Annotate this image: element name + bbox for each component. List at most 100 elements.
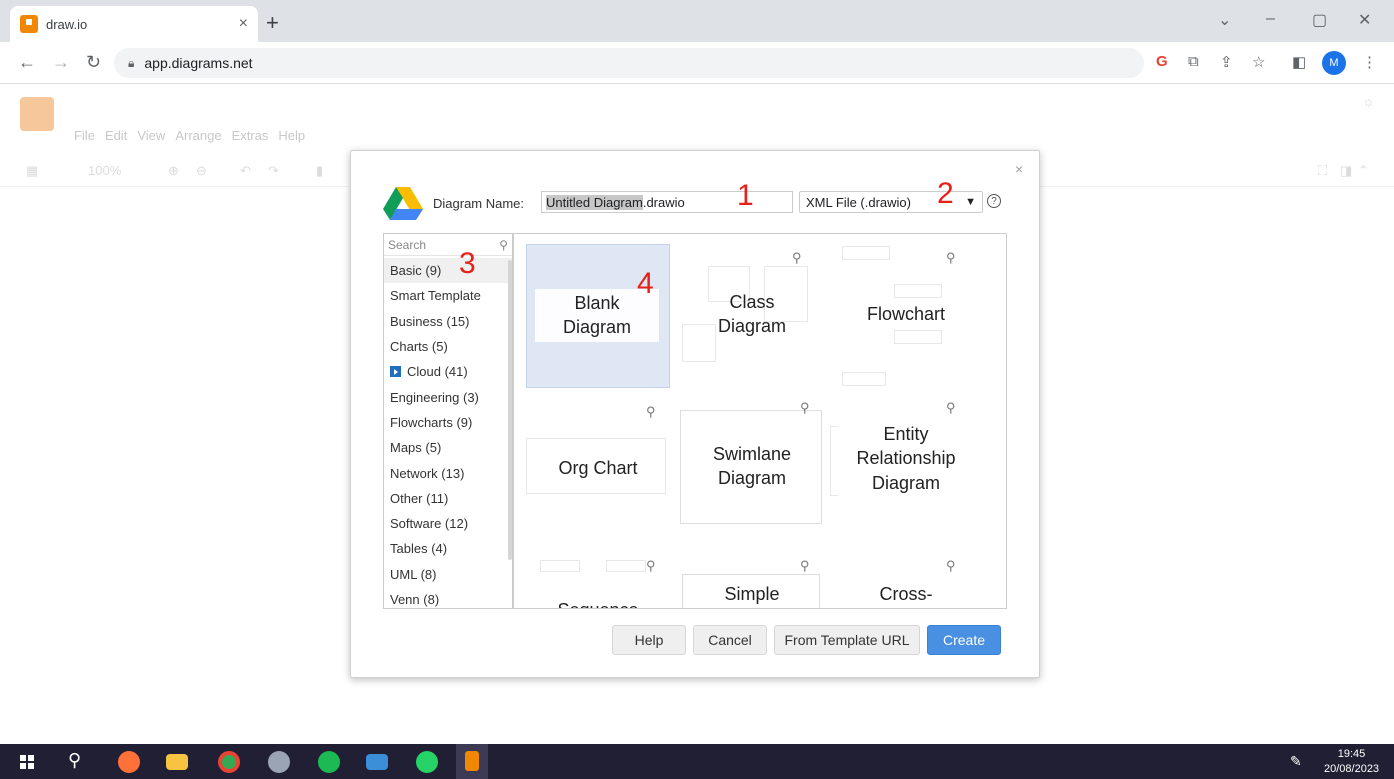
clock-time: 19:45 bbox=[1337, 748, 1366, 760]
zoom-out-icon[interactable]: ⊖ bbox=[196, 163, 207, 179]
pen-icon[interactable]: ✎ bbox=[1290, 753, 1302, 770]
menu-extras[interactable]: Extras bbox=[232, 128, 269, 143]
bookmark-star-icon[interactable]: ☆ bbox=[1252, 53, 1265, 71]
close-window-button[interactable]: ✕ bbox=[1358, 10, 1371, 30]
category-uml[interactable]: UML (8) bbox=[384, 562, 512, 587]
category-other[interactable]: Other (11) bbox=[384, 486, 512, 511]
file-format-select[interactable]: XML File (.drawio) ▼ bbox=[799, 191, 983, 213]
zoom-in-icon[interactable]: ⊕ bbox=[168, 163, 179, 179]
category-engineering[interactable]: Engineering (3) bbox=[384, 384, 512, 409]
whatsapp-icon[interactable] bbox=[416, 751, 438, 773]
zoom-level[interactable]: 100% bbox=[88, 163, 121, 178]
template-swimlane-diagram[interactable]: Swimlane Diagram ⚲ bbox=[680, 398, 824, 542]
view-panels-icon[interactable]: ▦ bbox=[26, 163, 38, 179]
category-software[interactable]: Software (12) bbox=[384, 511, 512, 536]
chrome-icon[interactable] bbox=[218, 751, 240, 773]
category-label: Charts (5) bbox=[390, 339, 448, 355]
browser-tab-drawio[interactable]: draw.io × bbox=[10, 6, 258, 42]
theme-sun-icon[interactable]: ☼ bbox=[1362, 93, 1375, 109]
menu-view[interactable]: View bbox=[137, 128, 165, 143]
category-label: Tables (4) bbox=[390, 541, 448, 557]
windows-start-icon[interactable] bbox=[20, 755, 34, 769]
category-basic[interactable]: Basic (9) bbox=[384, 258, 512, 284]
template-grid: Blank Diagram Class Diagram ⚲ Flowchart … bbox=[513, 233, 1007, 609]
template-thumb-shape bbox=[842, 246, 890, 260]
menu-file[interactable]: File bbox=[74, 128, 95, 143]
maximize-button[interactable]: ▢ bbox=[1312, 10, 1327, 30]
template-sequence[interactable]: Sequence ⚲ bbox=[526, 552, 670, 608]
file-explorer-icon[interactable] bbox=[166, 754, 188, 770]
forward-icon[interactable]: → bbox=[52, 52, 70, 73]
template-label: Simple bbox=[704, 580, 800, 608]
category-venn[interactable]: Venn (8) bbox=[384, 587, 512, 608]
new-tab-button[interactable]: + bbox=[266, 10, 279, 36]
template-cross-functional[interactable]: Cross- ⚲ bbox=[834, 552, 978, 608]
expand-arrow-icon[interactable] bbox=[390, 366, 401, 378]
template-entity-relationship-diagram[interactable]: Entity Relationship Diagram ⚲ bbox=[830, 398, 978, 542]
template-flowchart[interactable]: Flowchart ⚲ bbox=[834, 244, 978, 388]
category-flowcharts[interactable]: Flowcharts (9) bbox=[384, 410, 512, 435]
lock-icon[interactable]: 🔒︎ bbox=[128, 56, 134, 71]
mail-icon[interactable] bbox=[366, 754, 388, 770]
format-panel-icon[interactable]: ◨ bbox=[1340, 163, 1352, 179]
spotify-icon[interactable] bbox=[318, 751, 340, 773]
reload-icon[interactable]: ↻ bbox=[86, 52, 101, 73]
delete-icon[interactable]: ▮ bbox=[316, 163, 323, 179]
undo-icon[interactable]: ↶ bbox=[240, 163, 251, 179]
minimize-button[interactable]: – bbox=[1266, 10, 1275, 28]
template-blank-diagram[interactable]: Blank Diagram bbox=[526, 244, 670, 388]
preview-magnifier-icon[interactable]: ⚲ bbox=[946, 558, 956, 574]
open-in-app-icon[interactable]: ⧉ bbox=[1188, 53, 1199, 70]
share-icon[interactable]: ⇪ bbox=[1220, 53, 1233, 71]
category-maps[interactable]: Maps (5) bbox=[384, 435, 512, 460]
preview-magnifier-icon[interactable]: ⚲ bbox=[946, 400, 956, 416]
preview-magnifier-icon[interactable]: ⚲ bbox=[800, 558, 810, 574]
tab-close-icon[interactable]: × bbox=[239, 15, 248, 33]
google-icon[interactable]: G bbox=[1156, 53, 1168, 70]
address-bar[interactable]: 🔒︎ app.diagrams.net bbox=[114, 48, 1144, 78]
side-panel-icon[interactable]: ◧ bbox=[1292, 53, 1306, 71]
template-search-input[interactable]: Search ⚲ bbox=[384, 234, 512, 256]
clock[interactable]: 19:45 20/08/2023 bbox=[1324, 747, 1379, 777]
profile-avatar[interactable]: M bbox=[1322, 51, 1346, 75]
collapse-icon[interactable]: ⌃ bbox=[1358, 163, 1369, 179]
template-simple[interactable]: Simple ⚲ bbox=[680, 552, 824, 608]
active-app-highlight bbox=[456, 744, 488, 779]
category-cloud[interactable]: Cloud (41) bbox=[384, 359, 512, 384]
template-label: Sequence bbox=[544, 596, 652, 608]
taskbar-search-icon[interactable]: ⚲ bbox=[68, 750, 81, 771]
category-network[interactable]: Network (13) bbox=[384, 460, 512, 485]
cancel-button[interactable]: Cancel bbox=[693, 625, 767, 655]
drawio-taskbar-icon[interactable] bbox=[465, 751, 479, 771]
menu-edit[interactable]: Edit bbox=[105, 128, 127, 143]
diagram-name-input[interactable]: Untitled Diagram .drawio bbox=[541, 191, 793, 213]
create-button[interactable]: Create bbox=[927, 625, 1001, 655]
tab-search-icon[interactable]: ⌄ bbox=[1218, 10, 1231, 30]
app-icon[interactable] bbox=[268, 751, 290, 773]
back-icon[interactable]: ← bbox=[18, 52, 36, 73]
fullscreen-icon[interactable]: ⛶ bbox=[1318, 163, 1327, 179]
from-template-url-button[interactable]: From Template URL bbox=[774, 625, 920, 655]
preview-magnifier-icon[interactable]: ⚲ bbox=[792, 250, 802, 266]
preview-magnifier-icon[interactable]: ⚲ bbox=[646, 404, 656, 420]
preview-magnifier-icon[interactable]: ⚲ bbox=[646, 558, 656, 574]
dialog-close-icon[interactable]: × bbox=[1015, 161, 1023, 177]
preview-magnifier-icon[interactable]: ⚲ bbox=[946, 250, 956, 266]
menu-arrange[interactable]: Arrange bbox=[175, 128, 221, 143]
redo-icon[interactable]: ↷ bbox=[268, 163, 279, 179]
category-smart-template[interactable]: Smart Template bbox=[384, 283, 512, 308]
category-business[interactable]: Business (15) bbox=[384, 309, 512, 334]
category-charts[interactable]: Charts (5) bbox=[384, 334, 512, 359]
search-icon[interactable]: ⚲ bbox=[499, 238, 508, 252]
help-circle-icon[interactable]: ? bbox=[987, 194, 1001, 208]
category-scrollbar[interactable] bbox=[508, 260, 512, 560]
preview-magnifier-icon[interactable]: ⚲ bbox=[800, 400, 810, 416]
help-button[interactable]: Help bbox=[612, 625, 686, 655]
category-label: Business (15) bbox=[390, 313, 470, 329]
firefox-icon[interactable] bbox=[118, 751, 140, 773]
category-tables[interactable]: Tables (4) bbox=[384, 536, 512, 561]
menu-help[interactable]: Help bbox=[278, 128, 305, 143]
menu-kebab-icon[interactable]: ⋮ bbox=[1362, 53, 1377, 71]
template-org-chart[interactable]: Org Chart ⚲ bbox=[526, 398, 670, 542]
template-class-diagram[interactable]: Class Diagram ⚲ bbox=[680, 244, 824, 388]
